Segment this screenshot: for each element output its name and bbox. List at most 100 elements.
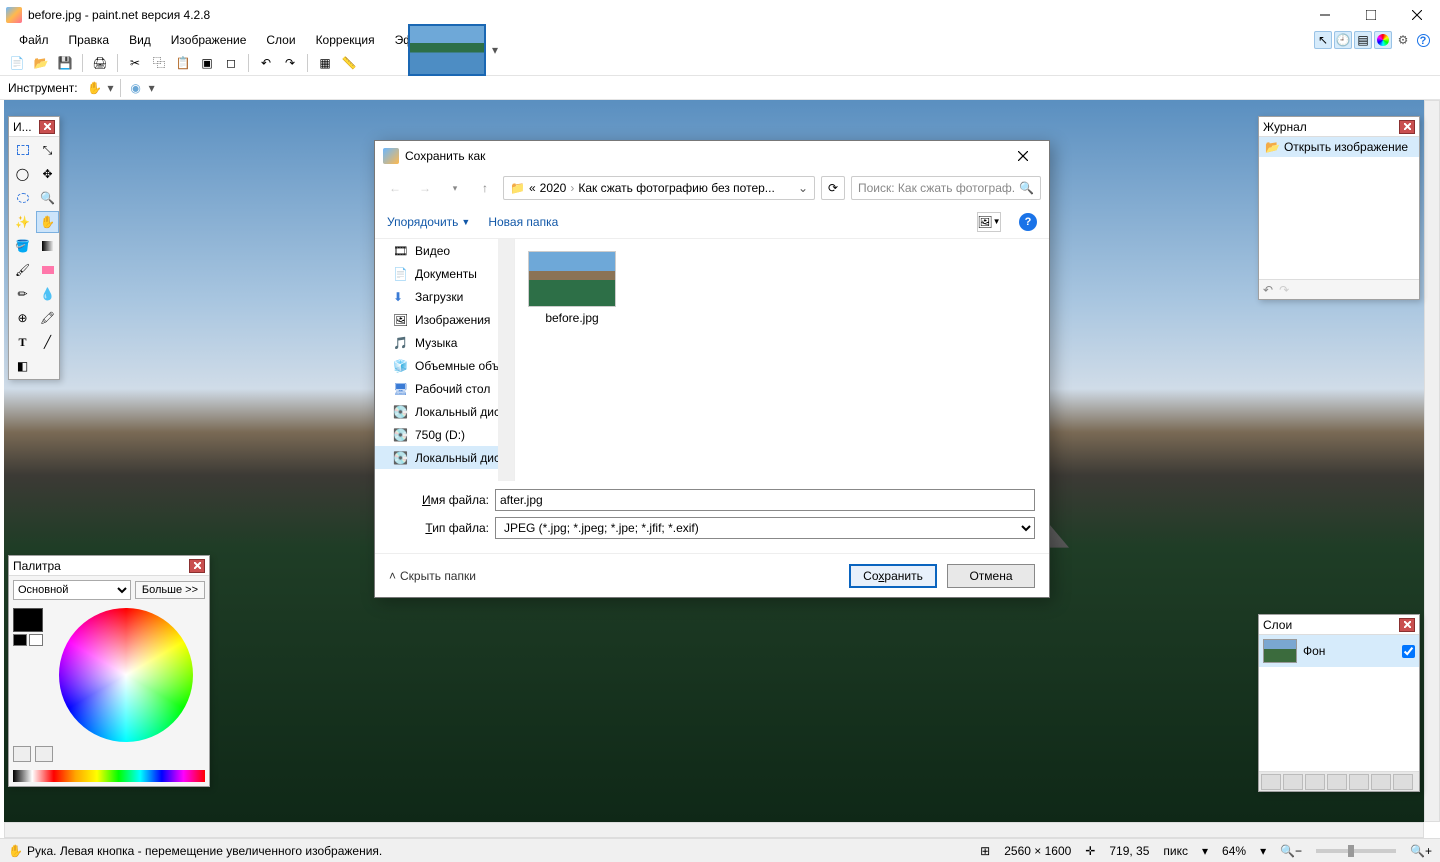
paste-icon[interactable]: 📋 (174, 54, 192, 72)
tool-pencil[interactable]: ✏ (11, 283, 34, 305)
chevron-down-icon[interactable]: ▾ (1202, 844, 1208, 858)
tool-ellipse-select[interactable] (11, 187, 34, 209)
sidebar-item-disk-d[interactable]: 💽750g (D:) (375, 423, 514, 446)
tool-text[interactable]: T (11, 331, 34, 353)
palette-mode-select[interactable]: Основной (13, 580, 131, 600)
sidebar-item-downloads[interactable]: ⬇Загрузки (375, 285, 514, 308)
panel-toggle-layers[interactable]: ▤ (1354, 31, 1372, 49)
dialog-file-list[interactable]: before.jpg (515, 239, 1049, 481)
panel-toggle-colors[interactable] (1374, 31, 1392, 49)
view-mode-button[interactable]: 🖼 ▼ (977, 212, 1001, 232)
cut-icon[interactable]: ✂ (126, 54, 144, 72)
menu-image[interactable]: Изображение (162, 31, 256, 49)
zoom-in-icon[interactable]: 🔍+ (1410, 844, 1432, 858)
filetype-select[interactable]: JPEG (*.jpg; *.jpeg; *.jpe; *.jfif; *.ex… (495, 517, 1035, 539)
swap-white-swatch[interactable] (29, 634, 43, 646)
nav-refresh-button[interactable]: ⟳ (821, 176, 845, 200)
tool-fill[interactable]: 🪣 (11, 235, 34, 257)
dialog-help-button[interactable]: ? (1019, 213, 1037, 231)
tool-shapes[interactable]: ◧ (11, 355, 34, 377)
sidebar-item-documents[interactable]: 📄Документы (375, 262, 514, 285)
dialog-close-button[interactable] (1005, 144, 1041, 168)
tool-rect-select[interactable] (11, 139, 34, 161)
copy-icon[interactable]: ⿻ (150, 54, 168, 72)
tool-brush[interactable]: 🖌 (11, 259, 34, 281)
tool-picker[interactable]: 💧 (36, 283, 59, 305)
file-item[interactable]: before.jpg (527, 251, 617, 325)
swap-black-swatch[interactable] (13, 634, 27, 646)
tool-gradient[interactable] (36, 235, 59, 257)
ruler-icon[interactable]: 📏 (340, 54, 358, 72)
minimize-button[interactable] (1302, 0, 1348, 30)
menu-file[interactable]: Файл (10, 31, 58, 49)
breadcrumb-1[interactable]: 2020 (540, 181, 567, 195)
chevron-down-icon[interactable]: ▾ (1260, 844, 1266, 858)
breadcrumb-prefix[interactable]: « (529, 181, 536, 195)
crop-icon[interactable]: ▣ (198, 54, 216, 72)
layer-row[interactable]: Фон (1259, 635, 1419, 667)
chevron-down-icon[interactable]: ⌄ (798, 181, 808, 195)
help-button[interactable]: ? (1414, 31, 1432, 49)
grid-icon[interactable]: ▦ (316, 54, 334, 72)
save-button[interactable]: Сохранить (849, 564, 937, 588)
palette-add-button[interactable] (13, 746, 31, 762)
palette-manage-button[interactable] (35, 746, 53, 762)
tools-close-button[interactable] (39, 120, 55, 134)
chevron-down-icon[interactable]: ▾ (108, 81, 114, 95)
nav-forward-button[interactable]: → (413, 176, 437, 200)
layer-props-button[interactable] (1393, 774, 1413, 790)
tool-move[interactable]: ✥ (36, 163, 59, 185)
history-item[interactable]: 📂 Открыть изображение (1259, 137, 1419, 157)
tool-recolor[interactable]: 🖍 (36, 307, 59, 329)
sidebar-item-music[interactable]: 🎵Музыка (375, 331, 514, 354)
open-icon[interactable]: 📂 (32, 54, 50, 72)
sidebar-item-localdisk[interactable]: 💽Локальный дис (375, 446, 514, 469)
status-unit[interactable]: пикс (1163, 844, 1188, 858)
layer-up-button[interactable] (1349, 774, 1369, 790)
sidebar-item-desktop[interactable]: 🖥Рабочий стол (375, 377, 514, 400)
redo-icon[interactable]: ↷ (1279, 283, 1289, 297)
nav-recent-button[interactable]: ▾ (443, 176, 467, 200)
nav-search-box[interactable]: Поиск: Как сжать фотограф... 🔍 (851, 176, 1041, 200)
nav-up-button[interactable]: ↑ (473, 176, 497, 200)
color-wheel[interactable] (59, 608, 193, 742)
layer-merge-button[interactable] (1327, 774, 1347, 790)
chevron-down-icon[interactable]: ▾ (492, 43, 498, 57)
print-icon[interactable]: 🖨 (91, 54, 109, 72)
layers-close-button[interactable] (1399, 618, 1415, 632)
settings-button[interactable]: ⚙ (1394, 31, 1412, 49)
breadcrumb-bar[interactable]: 📁 « 2020 › Как сжать фотографию без поте… (503, 176, 815, 200)
tool-move-select[interactable]: ⤡ (36, 139, 59, 161)
menu-adjustments[interactable]: Коррекция (307, 31, 384, 49)
zoom-slider[interactable] (1316, 849, 1396, 853)
tool-zoom[interactable]: 🔍 (36, 187, 59, 209)
panel-toggle-tools[interactable]: ↖ (1314, 31, 1332, 49)
maximize-button[interactable] (1348, 0, 1394, 30)
undo-icon[interactable]: ↶ (1263, 283, 1273, 297)
menu-edit[interactable]: Правка (60, 31, 119, 49)
tool-pan[interactable]: ✋ (36, 211, 59, 233)
sidebar-item-3dobjects[interactable]: 🧊Объемные объ (375, 354, 514, 377)
breadcrumb-2[interactable]: Как сжать фотографию без потер... (578, 181, 774, 195)
hand-tool-icon[interactable]: ✋ (86, 79, 104, 97)
layer-delete-button[interactable] (1283, 774, 1303, 790)
layer-add-button[interactable] (1261, 774, 1281, 790)
undo-icon[interactable]: ↶ (257, 54, 275, 72)
new-icon[interactable]: 📄 (8, 54, 26, 72)
tool-eraser[interactable] (36, 259, 59, 281)
sidebar-item-pictures[interactable]: 🖼Изображения (375, 308, 514, 331)
menu-view[interactable]: Вид (120, 31, 160, 49)
zoom-out-icon[interactable]: 🔍− (1280, 844, 1302, 858)
layer-mode-icon[interactable]: ◉ (127, 79, 145, 97)
primary-color-swatch[interactable] (13, 608, 43, 632)
menu-layers[interactable]: Слои (257, 31, 304, 49)
close-button[interactable] (1394, 0, 1440, 30)
organize-button[interactable]: Упорядочить ▼ (387, 215, 470, 229)
palette-strip[interactable] (13, 770, 205, 782)
filename-input[interactable] (495, 489, 1035, 511)
deselect-icon[interactable]: ◻ (222, 54, 240, 72)
cancel-button[interactable]: Отмена (947, 564, 1035, 588)
redo-icon[interactable]: ↷ (281, 54, 299, 72)
layer-visible-checkbox[interactable] (1402, 645, 1415, 658)
sidebar-scrollbar[interactable] (498, 239, 514, 481)
